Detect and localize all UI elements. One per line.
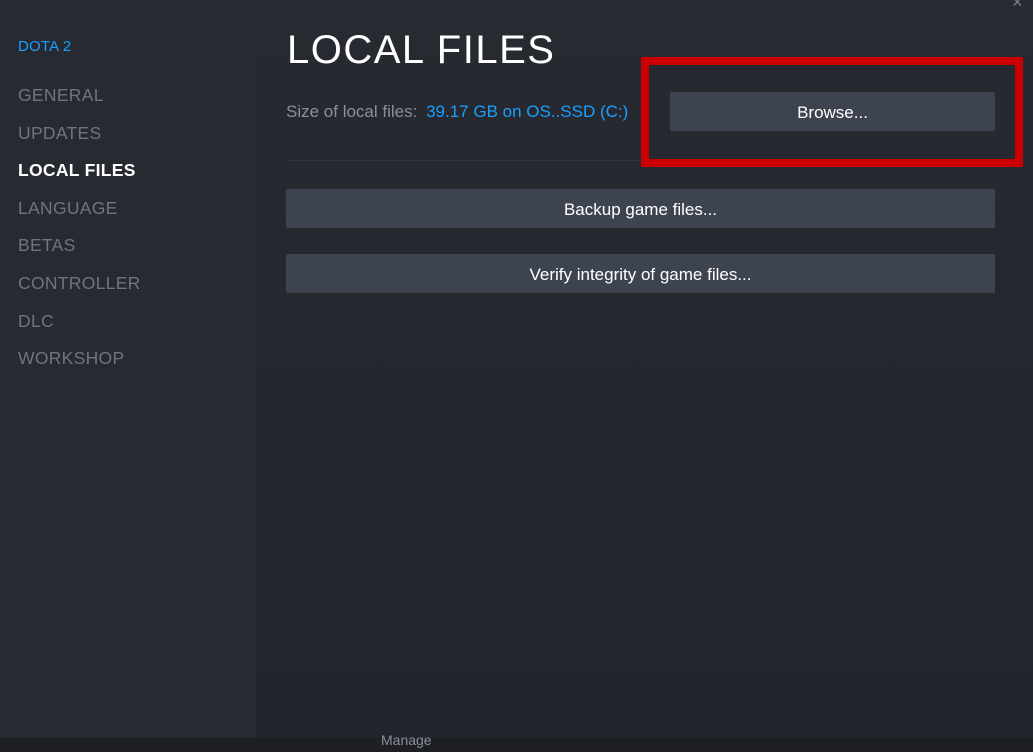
game-title: DOTA 2 [18,38,72,55]
sidebar-item-general[interactable]: GENERAL [0,80,256,118]
size-label: Size of local files: [286,102,418,121]
sidebar-item-workshop[interactable]: WORKSHOP [0,343,256,381]
sidebar: DOTA 2 GENERAL UPDATES LOCAL FILES LANGU… [0,0,256,752]
close-icon[interactable]: × [1012,0,1023,13]
sidebar-item-language[interactable]: LANGUAGE [0,193,256,231]
bottom-bar [0,738,1033,752]
sidebar-item-betas[interactable]: BETAS [0,230,256,268]
sidebar-nav: GENERAL UPDATES LOCAL FILES LANGUAGE BET… [0,80,256,381]
sidebar-item-dlc[interactable]: DLC [0,306,256,344]
browse-button[interactable]: Browse... [670,92,995,131]
local-files-size: Size of local files: 39.17 GB on OS..SSD… [286,102,628,122]
sidebar-item-controller[interactable]: CONTROLLER [0,268,256,306]
verify-integrity-button[interactable]: Verify integrity of game files... [286,254,995,293]
manage-label[interactable]: Manage [381,732,432,748]
properties-window: DOTA 2 GENERAL UPDATES LOCAL FILES LANGU… [0,0,1033,752]
backup-game-files-button[interactable]: Backup game files... [286,189,995,228]
main-panel: LOCAL FILES Size of local files: 39.17 G… [256,0,1033,752]
sidebar-item-local-files[interactable]: LOCAL FILES [0,155,256,193]
sidebar-item-updates[interactable]: UPDATES [0,118,256,156]
divider [286,160,656,161]
page-title: LOCAL FILES [287,28,556,72]
size-value-link[interactable]: 39.17 GB on OS..SSD (C:) [426,102,628,121]
